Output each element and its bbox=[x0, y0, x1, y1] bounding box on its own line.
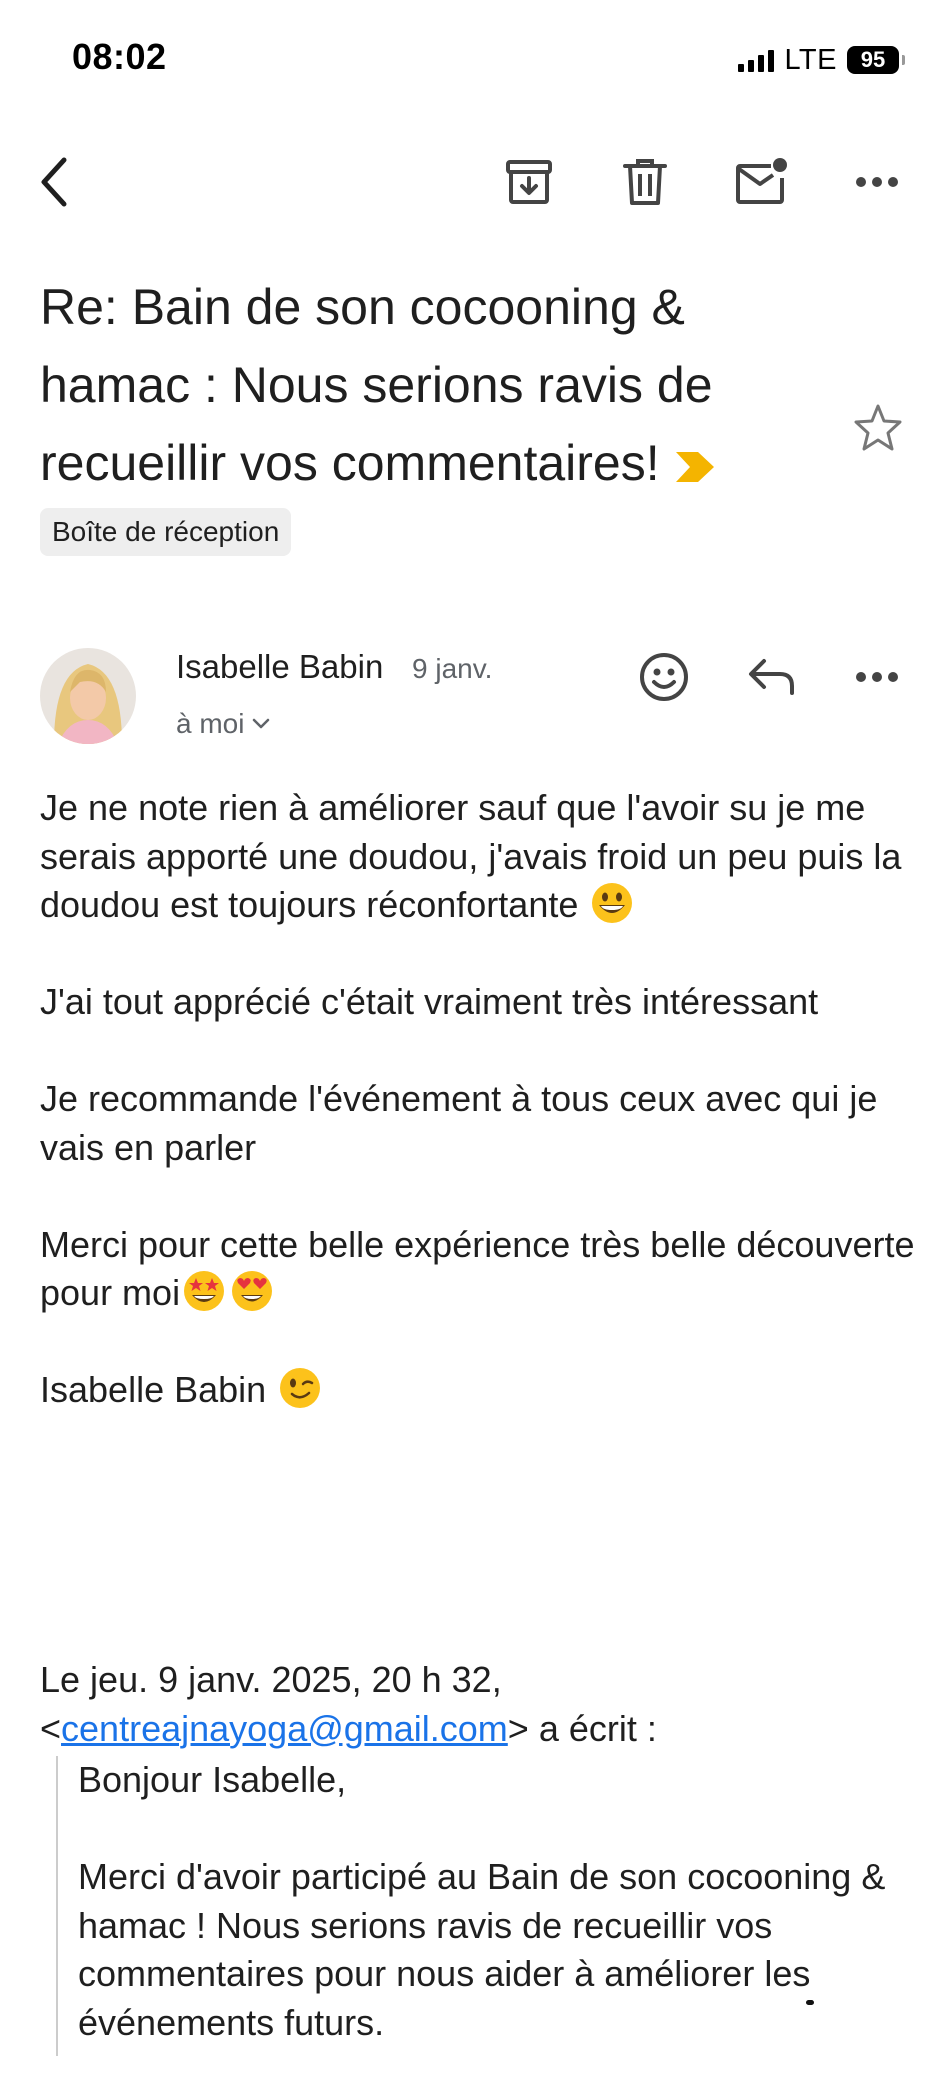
redacted-text: événements futurs bbox=[78, 2001, 375, 2043]
wrote-label: > a écrit : bbox=[507, 1707, 657, 1749]
quoted-greeting: Bonjour Isabelle, bbox=[78, 1759, 347, 1800]
body-text: Je ne note rien à améliorer sauf que l'a… bbox=[40, 787, 902, 925]
back-button[interactable] bbox=[22, 150, 86, 214]
star-struck-emoji bbox=[182, 1269, 226, 1313]
chevron-down-icon bbox=[253, 718, 270, 729]
email-subject: Re: Bain de son cocooning & hamac : Nous… bbox=[40, 268, 840, 506]
recipient-label: à moi bbox=[176, 708, 245, 739]
add-reaction-button[interactable] bbox=[633, 646, 695, 708]
emoji-smile-icon bbox=[640, 653, 688, 701]
quoted-text-end: . bbox=[374, 2001, 385, 2043]
quoted-header: Le jeu. 9 janv. 2025, 20 h 32, <centreaj… bbox=[40, 1656, 920, 1753]
more-horizontal-icon bbox=[856, 177, 898, 187]
body-paragraph: Je ne note rien à améliorer sauf que l'a… bbox=[40, 784, 920, 930]
trash-icon bbox=[623, 159, 667, 205]
body-text: Merci pour cette belle expérience très b… bbox=[40, 1223, 915, 1314]
star-icon bbox=[854, 404, 902, 451]
quote-divider bbox=[56, 1756, 58, 2056]
sender-name[interactable]: Isabelle Babin bbox=[176, 648, 383, 686]
winking-face-emoji bbox=[278, 1366, 322, 1410]
email-body: Je ne note rien à améliorer sauf que l'a… bbox=[40, 784, 920, 1463]
sender-avatar[interactable] bbox=[40, 648, 136, 744]
sent-date: 9 janv. bbox=[412, 653, 493, 684]
body-paragraph: Merci pour cette belle expérience très b… bbox=[40, 1221, 920, 1318]
quoted-paragraph: Merci d'avoir participé au Bain de son c… bbox=[78, 1853, 918, 2047]
archive-button[interactable] bbox=[497, 150, 561, 214]
battery-level: 95 bbox=[860, 47, 886, 72]
status-indicators: LTE 95 bbox=[738, 43, 905, 76]
recipient-details-toggle[interactable]: à moi bbox=[176, 708, 270, 740]
inbox-label-chip[interactable]: Boîte de réception bbox=[40, 508, 292, 556]
quoted-date-line: Le jeu. 9 janv. 2025, 20 h 32, bbox=[40, 1659, 502, 1700]
status-time: 08:02 bbox=[72, 36, 167, 77]
body-paragraph: J'ai tout apprécié c'était vraiment très… bbox=[40, 981, 819, 1022]
more-options-button[interactable] bbox=[845, 150, 909, 214]
sender-email-link[interactable]: centreajnayoga@gmail.com bbox=[61, 1708, 508, 1749]
signature-text: Isabelle Babin bbox=[40, 1369, 267, 1410]
star-button[interactable] bbox=[852, 402, 904, 454]
quoted-message: Bonjour Isabelle, Merci d'avoir particip… bbox=[78, 1756, 918, 2096]
archive-icon bbox=[506, 160, 552, 204]
mail-unread-icon bbox=[736, 158, 787, 204]
reply-button[interactable] bbox=[741, 646, 803, 708]
bracket-open: < bbox=[40, 1707, 62, 1749]
delete-button[interactable] bbox=[613, 150, 677, 214]
subject-text: Re: Bain de son cocooning & hamac : Nous… bbox=[40, 279, 713, 491]
importance-marker-icon[interactable] bbox=[674, 428, 716, 506]
heart-eyes-emoji bbox=[230, 1269, 274, 1313]
body-paragraph: Isabelle Babin bbox=[40, 1366, 920, 1415]
reply-icon bbox=[749, 659, 794, 695]
body-paragraph: Je recommande l'événement à tous ceux av… bbox=[40, 1078, 878, 1168]
quoted-sender-line: <centreajnayoga@gmail.com> a écrit : bbox=[40, 1705, 920, 1754]
quoted-text: Merci d'avoir participé au Bain de son c… bbox=[78, 1856, 886, 1994]
grinning-face-emoji bbox=[590, 881, 634, 925]
more-horizontal-icon bbox=[856, 672, 898, 682]
network-type: LTE bbox=[784, 43, 837, 76]
message-more-button[interactable] bbox=[846, 646, 908, 708]
battery-icon: 95 bbox=[847, 46, 905, 74]
signal-strength-icon bbox=[738, 48, 775, 72]
chevron-left-icon bbox=[41, 157, 67, 207]
mark-unread-button[interactable] bbox=[729, 150, 793, 214]
